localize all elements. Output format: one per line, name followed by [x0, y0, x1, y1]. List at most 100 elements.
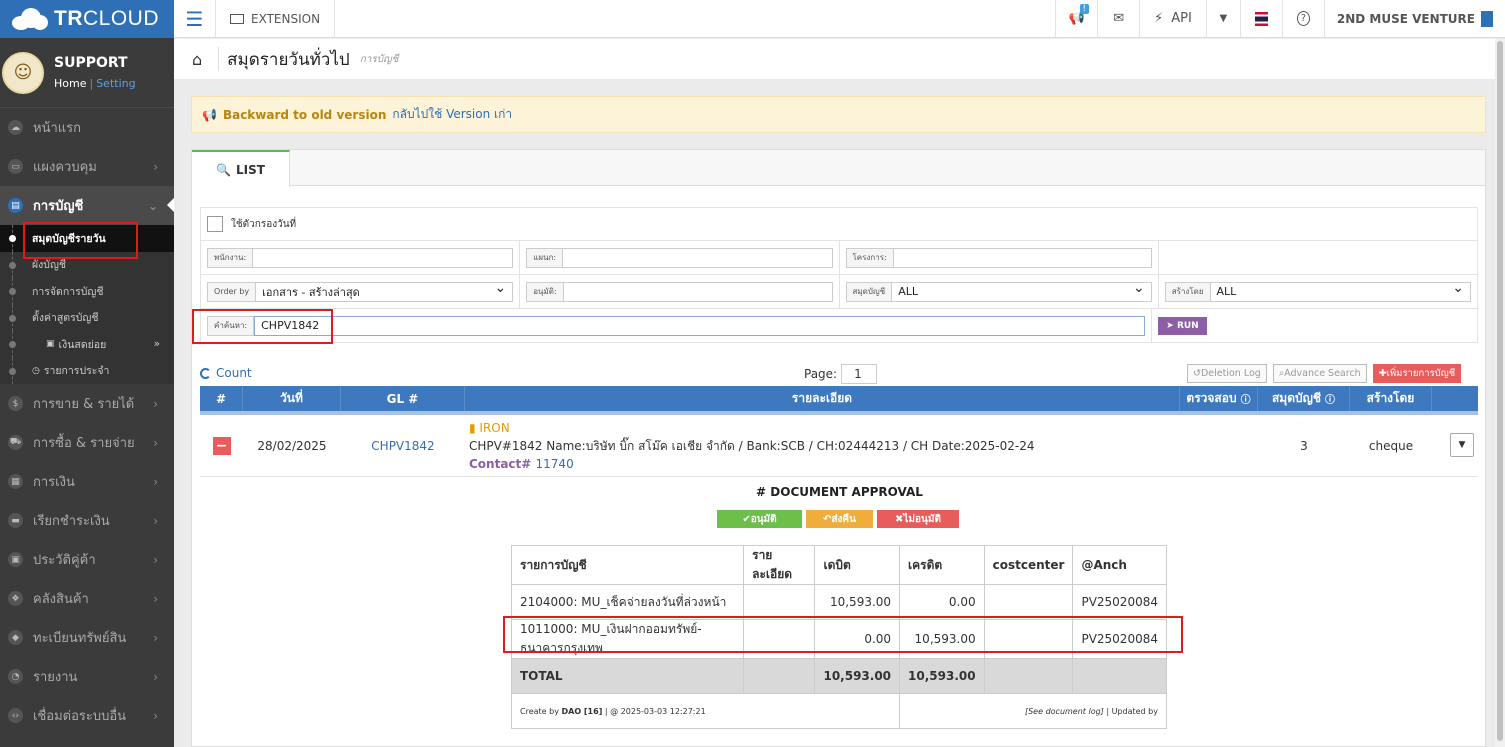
notification-badge: ! — [1079, 4, 1090, 14]
run-button[interactable]: ➤ RUN — [1158, 316, 1207, 335]
cubes-icon: ❖ — [8, 591, 23, 606]
report-icon: ◔ — [8, 669, 23, 684]
count-link[interactable]: Count — [200, 366, 252, 380]
department-input[interactable] — [563, 247, 833, 268]
col-header: สร้างโดย — [1350, 386, 1432, 411]
created-by-select[interactable]: ALL — [1210, 280, 1471, 302]
search-input[interactable]: CHPV1842 — [254, 315, 1146, 336]
cell-anch: PV25020084 — [1072, 584, 1167, 620]
bullet-icon — [9, 341, 16, 348]
sidebar-sub-journal[interactable]: สมุดบัญชีรายวัน — [0, 225, 174, 252]
cell-detail — [743, 584, 816, 620]
double-chevron-icon: » — [153, 338, 160, 351]
sidebar-item-reports[interactable]: ◔ รายงาน › — [0, 657, 174, 696]
sidebar-sub-label: การจัดการบัญชี — [32, 285, 104, 298]
advance-search-label: Advance Search — [1284, 368, 1361, 379]
old-version-link[interactable]: กลับไปใช้ Version เก่า — [392, 105, 512, 124]
help-button[interactable]: ? — [1281, 0, 1324, 37]
approve-input[interactable] — [563, 281, 833, 302]
project-input[interactable] — [893, 247, 1152, 268]
sidebar-sub-chart-of-accounts[interactable]: ผังบัญชี — [0, 251, 174, 278]
cell-costcenter — [983, 619, 1074, 659]
avatar[interactable]: ☺ — [2, 51, 44, 94]
check-circle-icon: ✔ — [742, 513, 751, 525]
sidebar-item-partners[interactable]: ▣ ประวัติคู่ค้า › — [0, 540, 174, 579]
tab-bar: 🔍 LIST — [192, 150, 1485, 187]
history-icon: ↺ — [1193, 368, 1201, 379]
announcement-button[interactable]: 📢! — [1055, 0, 1097, 37]
bullet-icon — [9, 288, 16, 295]
page-label: Page: — [804, 367, 838, 381]
sidebar-sub-formula-settings[interactable]: ตั้งค่าสูตรบัญชี — [0, 304, 174, 331]
sidebar-item-finance[interactable]: ▦ การเงิน › — [0, 462, 174, 501]
cell-debit: 10,593.00 — [814, 584, 901, 620]
employee-input[interactable] — [253, 247, 514, 268]
sidebar-item-label: เรียกชำระเงิน — [33, 514, 110, 529]
bullet-icon — [9, 261, 16, 269]
col-header: สมุดบัญชี — [1271, 391, 1321, 405]
order-select[interactable]: เอกสาร - สร้างล่าสุด — [256, 280, 514, 302]
contact-label: Contact# — [469, 456, 532, 471]
deletion-log-button[interactable]: ↺ Deletion Log — [1187, 364, 1267, 383]
cell-account: 2104000: MU_เช็คจ่ายลงวันที่ล่วงหน้า — [510, 584, 745, 620]
sidebar-item-label: เชื่อมต่อระบบอื่น — [33, 709, 127, 724]
cloud-icon: ☁ — [8, 120, 23, 135]
sidebar-item-assets[interactable]: ◆ ทะเบียนทรัพย์สิน › — [0, 618, 174, 657]
approve-button[interactable]: ✔ อนุมัติ — [717, 510, 802, 528]
api-label: API — [1171, 11, 1192, 26]
return-button[interactable]: ↶ ส่งคืน — [806, 510, 873, 528]
sidebar-sub-label: รายการประจำ — [43, 365, 110, 378]
filter-row: พนักงาน: แผนก: โครงการ: — [200, 241, 1478, 275]
document-log-link[interactable]: [See document log] — [1025, 707, 1104, 716]
setting-link[interactable]: Setting — [96, 77, 135, 90]
cell-account: 1011000: MU_เงินฝากออมทรัพย์-ธนาคารกรุงเ… — [510, 619, 745, 659]
hamburger-menu-icon[interactable]: ☰ — [174, 0, 216, 37]
row-gl-link[interactable]: CHPV1842 — [341, 415, 465, 476]
plug-icon: ⚡ — [1154, 11, 1164, 26]
sidebar-item-label: ทะเบียนทรัพย์สิน — [33, 631, 127, 646]
home-icon[interactable]: ⌂ — [192, 50, 202, 69]
page-input[interactable]: 1 — [841, 364, 878, 384]
filter-row: Order byเอกสาร - สร้างล่าสุด อนุมัติ: สม… — [200, 275, 1478, 309]
reject-button[interactable]: ✖ ไม่อนุมัติ — [877, 510, 959, 528]
sidebar-item-billing[interactable]: ▬ เรียกชำระเงิน › — [0, 501, 174, 540]
home-link[interactable]: Home — [54, 77, 86, 90]
sidebar-item-sales[interactable]: $ การขาย & รายได้ › — [0, 384, 174, 423]
monitor-icon — [230, 13, 244, 24]
add-entry-button[interactable]: ✚ เพิ่มรายการบัญชี — [1372, 364, 1462, 383]
row-tag: ▮ IRON — [469, 419, 510, 437]
building-icon — [1481, 10, 1493, 27]
contact-icon: ▣ — [8, 552, 23, 567]
employee-label: พนักงาน: — [207, 247, 254, 268]
bullet-icon — [9, 314, 16, 322]
extension-button[interactable]: EXTENSION — [216, 0, 336, 37]
language-button[interactable] — [1239, 0, 1282, 37]
sidebar-sub-recurring[interactable]: ◷ รายการประจำ — [0, 357, 174, 384]
sidebar-sub-account-management[interactable]: การจัดการบัญชี — [0, 278, 174, 305]
return-label: ส่งคืน — [831, 513, 856, 525]
logo[interactable]: TRCLOUD — [0, 0, 174, 38]
collapse-button[interactable]: − — [212, 436, 231, 455]
scrollbar-thumb[interactable] — [1497, 41, 1503, 741]
sidebar-item-accounting[interactable]: ▤ การบัญชี ⌄ — [0, 186, 174, 225]
sidebar-item-inventory[interactable]: ❖ คลังสินค้า › — [0, 579, 174, 618]
row-created-by: cheque — [1368, 438, 1414, 453]
mail-button[interactable]: ✉ — [1097, 0, 1139, 37]
sidebar-item-home[interactable]: ☁ หน้าแรก — [0, 108, 174, 147]
scrollbar[interactable] — [1495, 39, 1505, 747]
sidebar-item-dashboard[interactable]: ▭ แผงควบคุม › — [0, 147, 174, 186]
sidebar-item-purchase[interactable]: ⛟ การซื้อ & รายจ่าย › — [0, 423, 174, 462]
sidebar-item-integrations[interactable]: ‹› เชื่อมต่อระบบอื่น › — [0, 696, 174, 735]
book-select[interactable]: ALL — [892, 280, 1152, 302]
diamond-icon: ◆ — [8, 630, 23, 645]
advance-search-button[interactable]: ⌕ Advance Search — [1272, 364, 1367, 383]
contact-link[interactable]: 11740 — [536, 457, 574, 471]
row-actions-dropdown[interactable]: ▼ — [1450, 433, 1474, 457]
search-icon: 🔍 — [216, 162, 231, 177]
tab-list[interactable]: 🔍 LIST — [192, 150, 290, 187]
sidebar-sub-petty-cash[interactable]: ▣ เงินสดย่อย » — [0, 331, 174, 358]
date-filter-checkbox[interactable] — [207, 216, 223, 232]
dropdown-button[interactable]: ▼ — [1205, 0, 1240, 37]
company-selector[interactable]: 2ND MUSE VENTURE — [1323, 0, 1505, 37]
api-button[interactable]: ⚡ API — [1139, 0, 1206, 37]
